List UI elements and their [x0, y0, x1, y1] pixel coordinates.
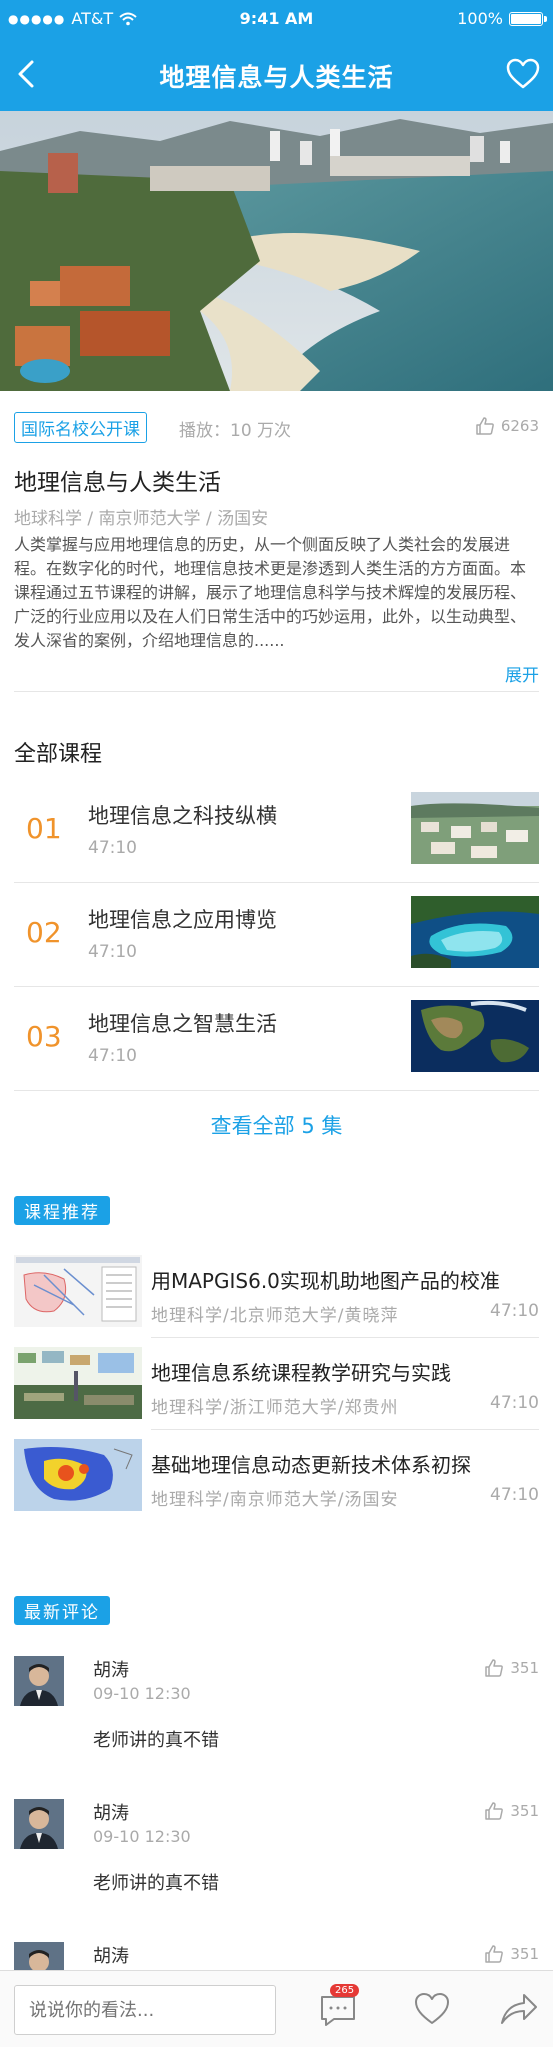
share-icon[interactable]: [498, 1989, 538, 2029]
course-title: 地理信息与人类生活: [14, 470, 221, 496]
avatar[interactable]: [14, 1942, 64, 1970]
course-description: 人类掌握与应用地理信息的历史，从一个侧面反映了人类社会的发展进程。在数字化的时代…: [14, 535, 527, 650]
header: ●●●●● AT&T 9:41 AM 100% 地理信息与人类生活: [0, 0, 553, 111]
comment-like-count: 351: [510, 1659, 539, 1677]
thumbs-up-icon: [485, 1659, 504, 1677]
view-all-episodes-link[interactable]: 查看全部 5 集: [0, 1110, 553, 1140]
comment-like-count: 351: [510, 1802, 539, 1820]
thumbs-up-icon: [485, 1802, 504, 1820]
comment-count-badge: 265: [330, 1984, 360, 1997]
recommend-title: 基础地理信息动态更新技术体系初探: [151, 1453, 471, 1477]
recommend-duration: 47:10: [490, 1485, 539, 1505]
comment-text: 老师讲的真不错: [93, 1873, 219, 1894]
divider: [151, 1337, 539, 1338]
episode-number: 02: [26, 916, 62, 949]
episode-number: 03: [26, 1020, 62, 1053]
recommend-subtitle: 地理科学/浙江师范大学/郑贵州: [151, 1398, 399, 1418]
comment-time: 09-10 12:30: [93, 1827, 191, 1846]
thumbs-up-icon: [476, 417, 494, 435]
divider: [14, 691, 539, 692]
episode-title: 地理信息之科技纵横: [88, 804, 277, 828]
comment-time: 09-10 12:30: [93, 1684, 191, 1703]
course-category-tag: 国际名校公开课: [14, 412, 147, 443]
status-bar: ●●●●● AT&T 9:41 AM 100%: [0, 0, 553, 38]
comment-like-button[interactable]: 351: [484, 1801, 539, 1821]
episodes-section-title: 全部课程: [14, 742, 103, 767]
course-like-count: 6263: [500, 417, 539, 435]
episode-item[interactable]: 03 地理信息之智慧生活 47:10: [14, 986, 539, 1090]
battery-label: 100%: [457, 9, 503, 28]
comment-item: 胡涛 09-10 12:30 老师讲的真不错 351: [14, 1799, 539, 1929]
avatar[interactable]: [14, 1799, 64, 1849]
comment-item: 胡涛 09-10 12:30 老师讲的真不错 351: [14, 1656, 539, 1786]
expand-link[interactable]: 展开: [505, 661, 539, 686]
course-cover-image[interactable]: [0, 111, 553, 391]
battery-icon: [509, 11, 547, 26]
recommend-thumbnail: [14, 1255, 142, 1327]
episode-item[interactable]: 01 地理信息之科技纵横 47:10: [14, 778, 539, 882]
course-like-button[interactable]: 6263: [475, 416, 539, 436]
recommend-subtitle: 地理科学/南京师范大学/汤国安: [151, 1490, 399, 1510]
episode-thumbnail: [411, 1000, 539, 1072]
comment-item: 胡涛 351: [14, 1942, 539, 1970]
recommend-thumbnail: [14, 1347, 142, 1419]
divider: [14, 1090, 539, 1091]
course-subtitle: 地球科学 / 南京师范大学 / 汤国安: [14, 509, 269, 529]
thumbs-up-icon: [485, 1945, 504, 1963]
episode-thumbnail: [411, 896, 539, 968]
page-title: 地理信息与人类生活: [159, 63, 394, 92]
bottom-action-bar: 265: [0, 1970, 553, 2047]
recommend-duration: 47:10: [490, 1301, 539, 1321]
comment-like-button[interactable]: 351: [484, 1658, 539, 1678]
course-meta-row: 国际名校公开课 播放：10 万次 6263: [14, 412, 539, 443]
recommend-title: 地理信息系统课程教学研究与实践: [151, 1361, 451, 1385]
recommend-thumbnail: [14, 1439, 142, 1511]
episode-title: 地理信息之智慧生活: [88, 1012, 277, 1036]
avatar[interactable]: [14, 1656, 64, 1706]
comment-like-button[interactable]: 351: [484, 1944, 539, 1964]
commenter-name: 胡涛: [93, 1946, 129, 1967]
recommend-section-tag: 课程推荐: [14, 1196, 110, 1225]
recommend-subtitle: 地理科学/北京师范大学/黄晓萍: [151, 1306, 399, 1326]
heart-icon[interactable]: [505, 56, 541, 92]
play-count: 播放：10 万次: [179, 421, 292, 441]
navbar: 地理信息与人类生活: [0, 38, 553, 111]
commenter-name: 胡涛: [93, 1660, 129, 1681]
episode-duration: 47:10: [88, 942, 137, 962]
episode-number: 01: [26, 812, 62, 845]
recommend-duration: 47:10: [490, 1393, 539, 1413]
recommend-item[interactable]: 用MAPGIS6.0实现机助地图产品的校准 地理科学/北京师范大学/黄晓萍 47…: [14, 1253, 539, 1345]
commenter-name: 胡涛: [93, 1803, 129, 1824]
episode-thumbnail: [411, 792, 539, 864]
episode-item[interactable]: 02 地理信息之应用博览 47:10: [14, 882, 539, 986]
recommend-item[interactable]: 基础地理信息动态更新技术体系初探 地理科学/南京师范大学/汤国安 47:10: [14, 1437, 539, 1529]
heart-icon[interactable]: [412, 1989, 452, 2029]
comment-text: 老师讲的真不错: [93, 1730, 219, 1751]
episode-title: 地理信息之应用博览: [88, 908, 277, 932]
comment-like-count: 351: [510, 1945, 539, 1963]
divider: [151, 1429, 539, 1430]
comment-input[interactable]: [14, 1985, 276, 2035]
recommend-item[interactable]: 地理信息系统课程教学研究与实践 地理科学/浙江师范大学/郑贵州 47:10: [14, 1345, 539, 1437]
recommend-title: 用MAPGIS6.0实现机助地图产品的校准: [151, 1269, 500, 1293]
episode-duration: 47:10: [88, 1046, 137, 1066]
comments-section-tag: 最新评论: [14, 1596, 110, 1625]
episode-duration: 47:10: [88, 838, 137, 858]
